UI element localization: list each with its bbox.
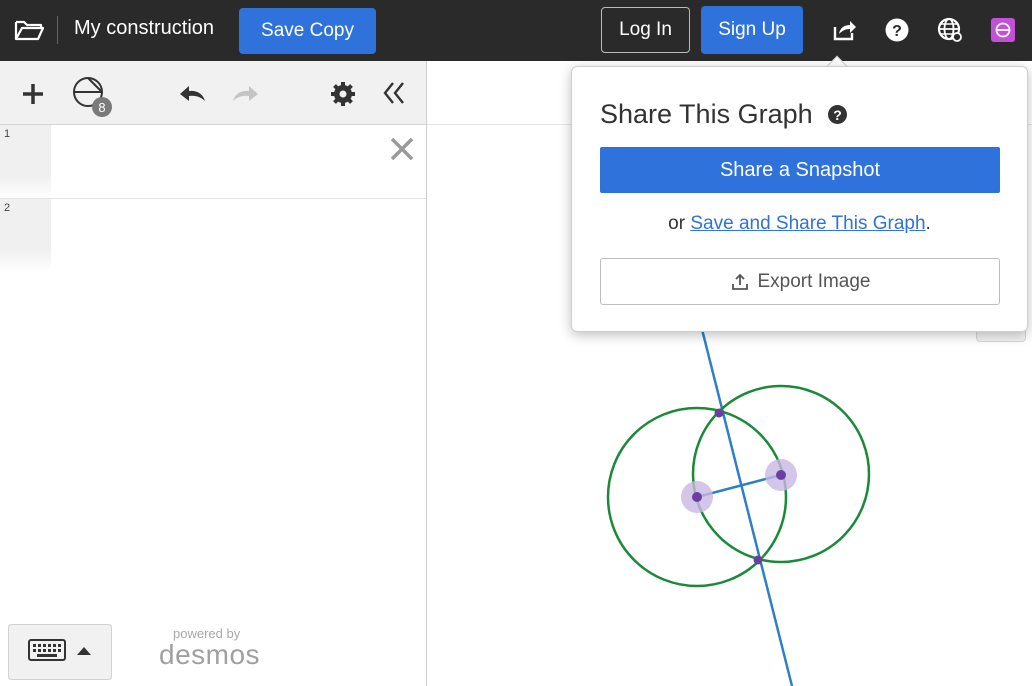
or-text: or	[668, 213, 686, 234]
share-alternative-text: or Save and Share This Graph.	[572, 213, 1027, 235]
upload-icon	[731, 273, 748, 290]
expression-toolbar: 8	[0, 61, 426, 125]
save-copy-button[interactable]: Save Copy	[239, 8, 376, 54]
geometry-app-icon[interactable]	[987, 14, 1019, 46]
open-folder-icon[interactable]	[12, 14, 46, 46]
header-divider	[57, 16, 58, 44]
help-icon[interactable]: ?	[881, 14, 913, 46]
login-button[interactable]: Log In	[601, 7, 690, 53]
expression-index: 2	[4, 202, 11, 214]
expression-panel: 8 1 2 powered by desmos	[0, 61, 427, 686]
intersection-point-top	[714, 408, 724, 418]
share-popover: Share This Graph ? Share a Snapshot or S…	[571, 66, 1028, 332]
caret-up-icon	[77, 647, 91, 655]
graph-title[interactable]: My construction	[74, 17, 214, 40]
point-a	[692, 492, 702, 502]
settings-icon[interactable]	[328, 79, 358, 109]
share-popover-title: Share This Graph	[600, 99, 813, 129]
expression-gutter: 2	[0, 199, 51, 272]
period-text: .	[925, 213, 931, 234]
share-snapshot-button[interactable]: Share a Snapshot	[600, 147, 1000, 193]
redo-icon[interactable]	[229, 79, 261, 107]
expression-index: 1	[4, 128, 11, 140]
intersection-point-bottom	[753, 555, 763, 565]
language-globe-icon[interactable]	[934, 14, 966, 46]
export-image-label: Export Image	[757, 270, 871, 292]
tools-count-badge: 8	[98, 100, 105, 115]
desmos-logo[interactable]: desmos	[159, 639, 260, 671]
keypad-toggle-button[interactable]	[8, 624, 112, 680]
svg-text:?: ?	[892, 23, 902, 40]
share-icon[interactable]	[828, 14, 860, 46]
save-and-share-link[interactable]: Save and Share This Graph	[690, 213, 925, 234]
top-header: My construction Save Copy Log In Sign Up…	[0, 0, 1032, 61]
expression-row[interactable]: 2	[0, 199, 426, 273]
export-image-button[interactable]: Export Image	[600, 258, 1000, 305]
point-b	[776, 470, 786, 480]
expression-gutter: 1	[0, 125, 51, 198]
signup-button[interactable]: Sign Up	[701, 6, 803, 54]
undo-icon[interactable]	[177, 79, 209, 107]
keyboard-icon	[28, 639, 66, 661]
expression-row[interactable]: 1	[0, 125, 426, 199]
share-help-icon[interactable]: ?	[828, 105, 847, 124]
collapse-panel-icon[interactable]	[378, 78, 410, 108]
add-icon[interactable]	[18, 79, 48, 109]
delete-expression-icon[interactable]	[388, 135, 416, 163]
construction-tools-icon[interactable]: 8	[68, 72, 118, 120]
